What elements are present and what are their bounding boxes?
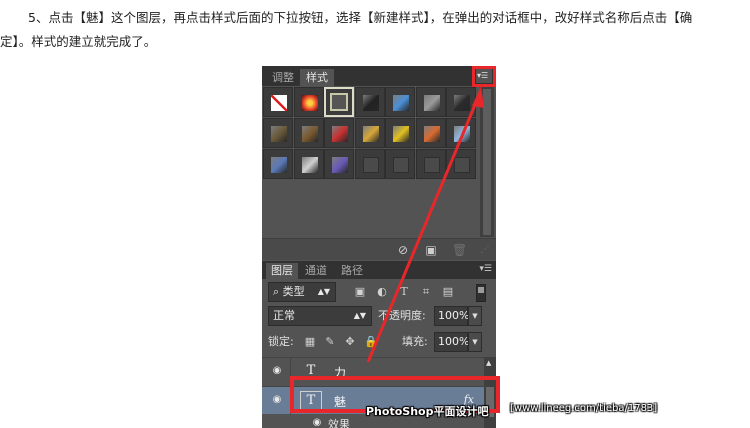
- chevron-down-icon: ▲▼: [317, 287, 330, 296]
- style-swatch[interactable]: [293, 149, 324, 179]
- tab-channels[interactable]: 通道: [300, 263, 332, 279]
- chevron-down-icon: ▲▼: [353, 311, 366, 320]
- gold-swatch: [393, 126, 409, 142]
- blend-mode-value: 正常: [273, 309, 295, 322]
- black-gradient-swatch: [454, 95, 470, 111]
- glow-swatch: [301, 95, 318, 111]
- clear-style-icon[interactable]: ⊘: [396, 243, 410, 257]
- toggle-knob: [478, 287, 484, 293]
- sunset-swatch: [423, 126, 440, 142]
- styles-panel-tabbar: 调整 样式 ▾☰: [262, 66, 496, 86]
- instruction-line-2: 定】。样式的建立就完成了。: [0, 34, 157, 49]
- landscape-swatch: [271, 157, 287, 173]
- style-swatch[interactable]: [385, 87, 415, 117]
- search-icon: ⌕: [273, 285, 283, 298]
- style-swatch[interactable]: [324, 118, 354, 148]
- scroll-up-icon[interactable]: ▲: [486, 359, 491, 367]
- watermark-title: PhotoShop平面设计吧: [366, 405, 489, 418]
- opacity-input[interactable]: 100%: [434, 306, 469, 326]
- style-swatch[interactable]: [263, 118, 293, 148]
- style-swatch[interactable]: [293, 118, 324, 148]
- style-swatch[interactable]: [415, 87, 446, 117]
- styles-panel-footer: ⊘ ▣ 🗑 ⋰: [262, 238, 496, 260]
- type-filter-icon[interactable]: T: [398, 286, 410, 298]
- red-stripe-swatch: [332, 126, 348, 142]
- delete-style-icon[interactable]: 🗑: [452, 243, 467, 257]
- eye-icon[interactable]: ◉: [270, 366, 284, 376]
- opacity-slider-button[interactable]: ▼: [468, 306, 482, 326]
- styles-scroll-thumb[interactable]: [483, 89, 491, 235]
- filter-kind-select[interactable]: ⌕ 类型 ▲▼: [268, 282, 336, 302]
- style-swatch[interactable]: [324, 87, 354, 117]
- layers-panel-tabbar: 图层 通道 路径 ▾☰: [262, 261, 496, 279]
- layers-panel-menu-icon[interactable]: ▾☰: [479, 264, 492, 274]
- lock-transparent-icon[interactable]: ▦: [304, 336, 316, 348]
- filter-kind-value: 类型: [282, 285, 305, 298]
- pixel-filter-icon[interactable]: ▣: [354, 286, 366, 298]
- effects-label: 效果: [328, 418, 350, 428]
- no-style-swatch: [271, 95, 287, 111]
- style-swatch[interactable]: [446, 149, 476, 179]
- frame-swatch: [330, 93, 348, 111]
- empty-swatch: [454, 157, 470, 173]
- style-swatch[interactable]: [354, 149, 385, 179]
- watermark-url: [www.lineeg.com/tieba/1783]: [510, 403, 658, 414]
- lock-paint-icon[interactable]: ✎: [324, 336, 336, 348]
- new-style-icon[interactable]: ▣: [424, 243, 438, 257]
- multicolor-swatch: [362, 126, 379, 142]
- blend-mode-select[interactable]: 正常 ▲▼: [268, 306, 372, 326]
- style-swatch[interactable]: [446, 87, 476, 117]
- style-swatch[interactable]: [415, 149, 446, 179]
- tab-layers[interactable]: 图层: [266, 263, 298, 279]
- lock-label: 锁定:: [268, 335, 294, 348]
- opacity-label: 不透明度:: [378, 309, 426, 322]
- blue-glass-swatch: [393, 95, 409, 111]
- style-swatch[interactable]: [354, 118, 385, 148]
- eye-icon[interactable]: ◉: [270, 395, 284, 405]
- layer-filter-row: ⌕ 类型 ▲▼ ▣ ◐ T ⌗ ▤: [262, 280, 496, 304]
- smart-object-filter-icon[interactable]: ▤: [442, 286, 454, 298]
- style-swatch[interactable]: [415, 118, 446, 148]
- empty-swatch: [393, 157, 409, 173]
- empty-swatch: [423, 157, 440, 173]
- fill-slider-button[interactable]: ▼: [468, 332, 482, 352]
- sky-swatch: [454, 126, 470, 142]
- style-swatch[interactable]: [385, 118, 415, 148]
- resize-grip-icon[interactable]: ⋰: [478, 243, 492, 257]
- pattern-swatch: [301, 157, 318, 173]
- brown-swatch: [301, 126, 318, 142]
- dark-button-swatch: [362, 95, 379, 111]
- shape-filter-icon[interactable]: ⌗: [420, 286, 432, 298]
- adjustment-filter-icon[interactable]: ◐: [376, 286, 388, 298]
- gray-swatch: [423, 95, 440, 111]
- photoshop-panels: 调整 样式 ▾☰ ⊘ ▣ 🗑 ⋰ 图层 通道 路径 ▾☰ ⌕ 类型 ▲▼ ▣ ◐…: [262, 66, 496, 428]
- blend-row: 正常 ▲▼ 不透明度: 100% ▼: [262, 306, 496, 330]
- highlight-menu-button: [472, 66, 496, 87]
- lock-position-icon[interactable]: ✥: [344, 336, 356, 348]
- fill-label: 填充:: [402, 335, 428, 348]
- styles-scrollbar[interactable]: [480, 87, 494, 237]
- style-swatch[interactable]: [263, 87, 293, 117]
- fill-input[interactable]: 100%: [434, 332, 469, 352]
- style-swatch[interactable]: [385, 149, 415, 179]
- tab-paths[interactable]: 路径: [336, 263, 368, 279]
- style-swatch[interactable]: [263, 149, 293, 179]
- tab-styles[interactable]: 样式: [300, 69, 334, 86]
- filter-toggle-switch[interactable]: [476, 284, 486, 302]
- eye-icon[interactable]: ◉: [310, 418, 324, 428]
- style-swatch[interactable]: [446, 118, 476, 148]
- instruction-line-1: 5、点击【魅】这个图层，再点击样式后面的下拉按钮，选择【新建样式】，在弹出的对话…: [28, 10, 693, 25]
- style-swatch[interactable]: [354, 87, 385, 117]
- bronze-swatch: [271, 126, 287, 142]
- tab-adjustments[interactable]: 调整: [266, 69, 300, 86]
- purple-swatch: [332, 157, 348, 173]
- style-swatch[interactable]: [293, 87, 324, 117]
- lock-all-icon[interactable]: 🔒: [364, 336, 378, 348]
- style-swatch[interactable]: [324, 149, 354, 179]
- empty-swatch: [362, 157, 379, 173]
- lock-row: 锁定: ▦ ✎ ✥ 🔒 填充: 100% ▼: [262, 332, 496, 354]
